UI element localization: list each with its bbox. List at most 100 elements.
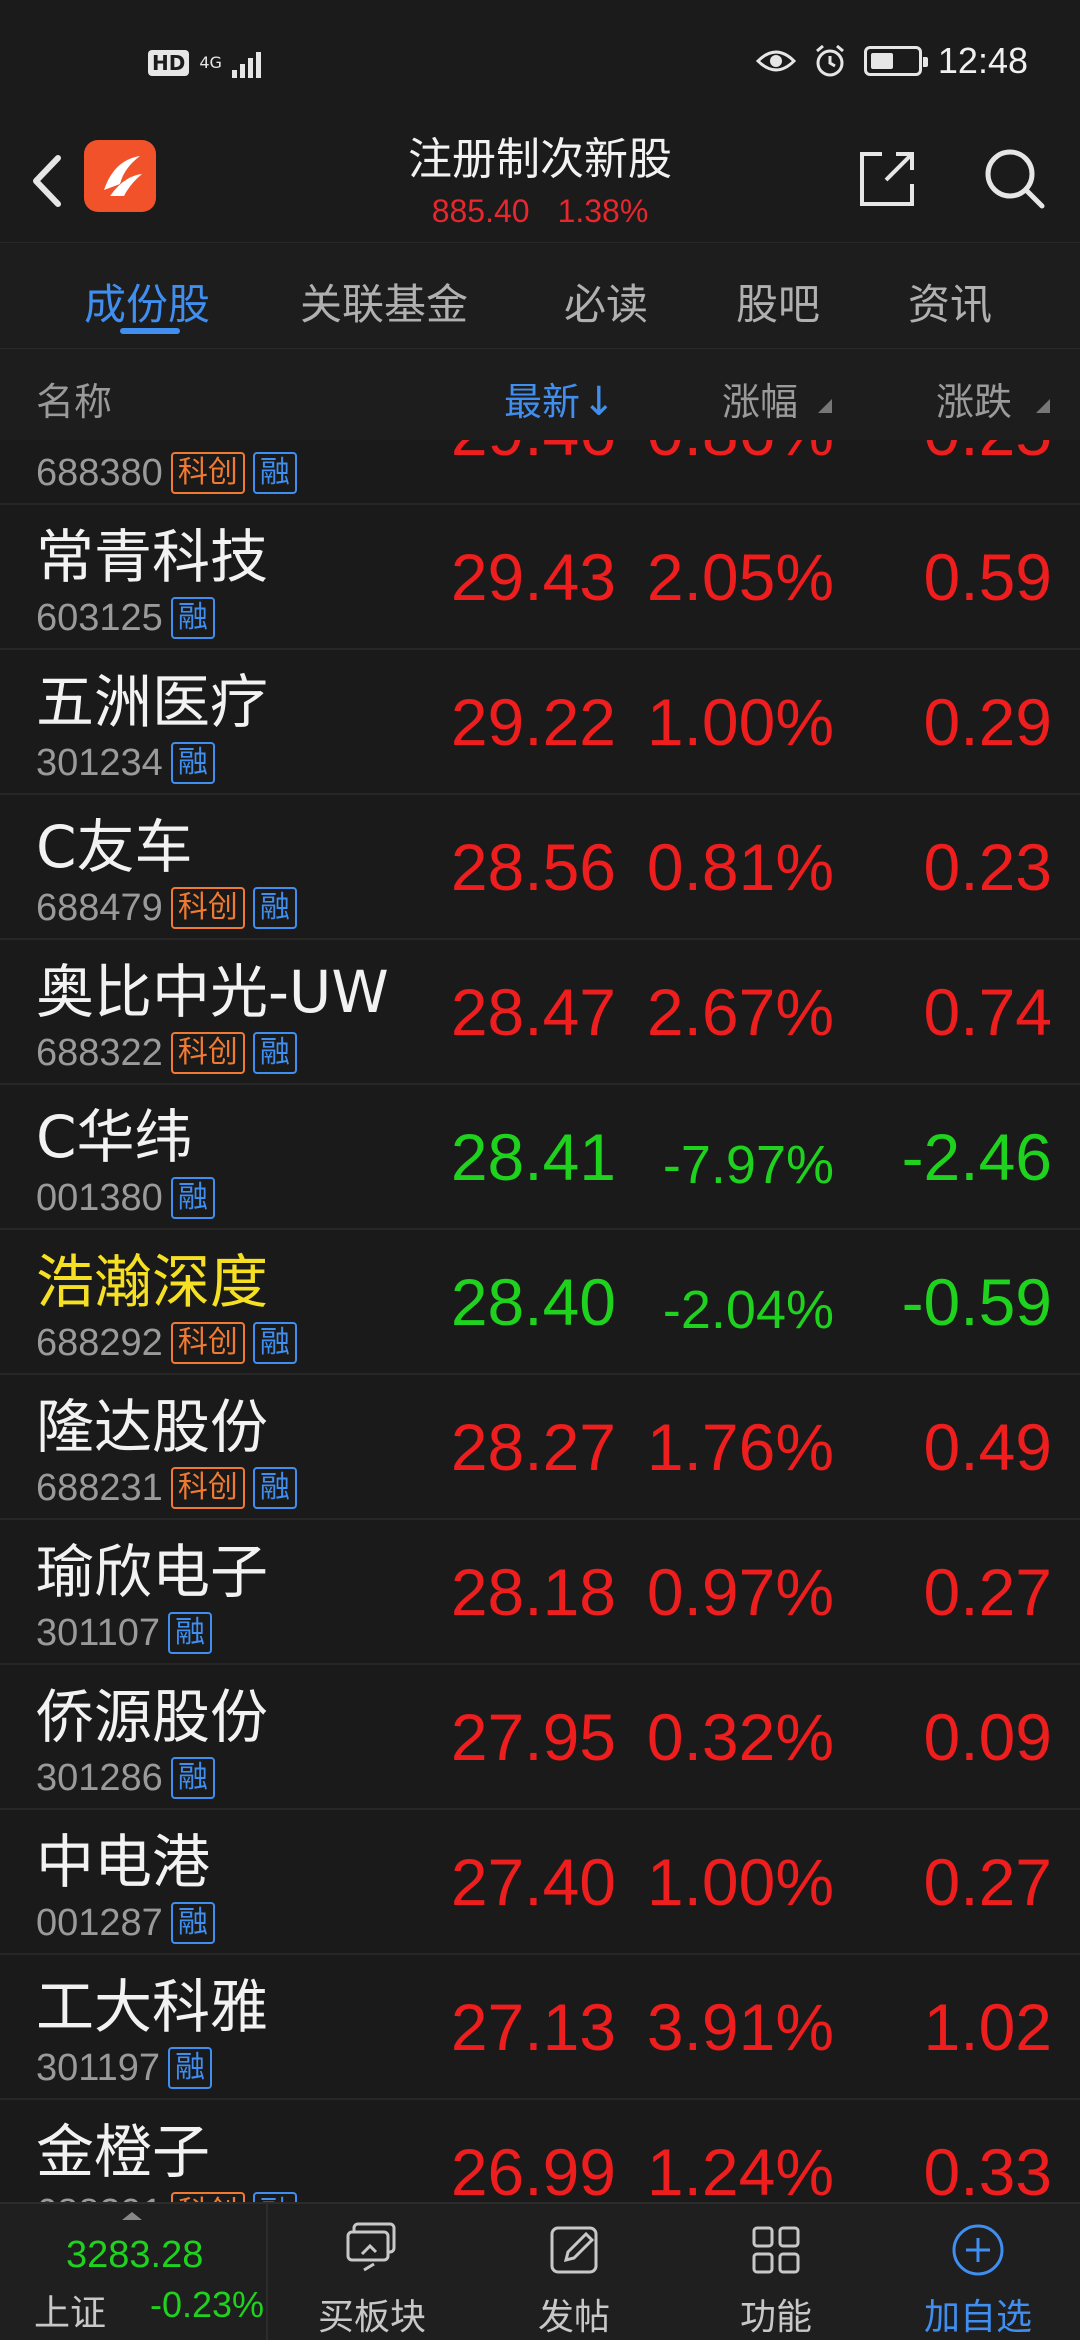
nav-buy-sector-label: 买板块	[317, 2297, 426, 2338]
stock-pct-change: 0.86%	[647, 440, 834, 470]
stock-code: 688322	[36, 1032, 163, 1074]
stock-latest-price: 28.56	[450, 830, 616, 904]
margin-badge: 融	[170, 1902, 215, 1944]
sort-indicator-icon	[1036, 399, 1050, 413]
compose-icon	[550, 2226, 598, 2274]
stock-row[interactable]: 侨源股份 301286 融 27.95 0.32% 0.09	[0, 1665, 1080, 1810]
sector-quote: 885.40 1.38%	[300, 190, 780, 232]
hd-badge: HD	[148, 50, 190, 76]
stock-change: 0.29	[923, 685, 1052, 759]
stock-change: 0.25	[924, 440, 1052, 470]
column-latest[interactable]: 最新↓	[504, 371, 616, 426]
nav-functions-label: 功能	[739, 2297, 812, 2338]
tab-must-read[interactable]: 必读	[564, 271, 648, 332]
eye-icon	[755, 50, 796, 72]
stock-latest-price: 29.43	[450, 540, 616, 614]
stock-row[interactable]: 中电港 001287 融 27.40 1.00% 0.27	[0, 1810, 1080, 1955]
stock-change: 0.27	[923, 1555, 1052, 1629]
active-tab-indicator	[120, 328, 180, 334]
stock-row[interactable]: 工大科雅 301197 融 27.13 3.91% 1.02	[0, 1955, 1080, 2100]
stock-row[interactable]: 奥比中光-UW 688322 科创融 28.47 2.67% 0.74	[0, 940, 1080, 1085]
stock-row[interactable]: 五洲医疗 301234 融 29.22 1.00% 0.29	[0, 650, 1080, 795]
column-change[interactable]: 涨跌	[936, 371, 1012, 426]
margin-badge: 融	[252, 1322, 297, 1364]
stock-pct-change: 1.00%	[646, 1845, 834, 1919]
tab-components[interactable]: 成份股	[84, 271, 210, 332]
stock-code-line: 001287 融	[36, 1902, 215, 1944]
stock-code-line: 688292 科创融	[36, 1322, 297, 1364]
stock-code-line: 301107 融	[36, 1612, 212, 1654]
search-icon[interactable]	[978, 142, 1050, 214]
stock-code-line: 688291 科创融	[36, 2192, 297, 2202]
column-pct[interactable]: 涨幅	[722, 371, 798, 426]
stock-latest-price: 28.47	[450, 975, 616, 1049]
stock-change: 0.33	[923, 2135, 1052, 2202]
stock-latest-price: 28.27	[450, 1410, 616, 1484]
nav-post-label: 发帖	[537, 2297, 610, 2338]
stock-list-inner: 中际中芯688380科创融29.460.86%0.25常青科技603125融29…	[0, 440, 1080, 2202]
stock-row[interactable]: 中际中芯 688380科创融 29.46 0.86% 0.25	[0, 440, 1080, 505]
stock-latest-price: 27.40	[450, 1845, 616, 1919]
nav-functions[interactable]: 功能	[676, 2204, 876, 2340]
star-market-badge: 科创	[170, 1467, 245, 1509]
tab-news[interactable]: 资讯	[908, 271, 992, 332]
stock-name: 常青科技	[36, 523, 269, 591]
title-block: 注册制次新股 885.40 1.38%	[300, 130, 780, 232]
stock-change: -0.59	[901, 1265, 1052, 1339]
stock-row[interactable]: C华纬 001380 融 28.41 -7.97% -2.46	[0, 1085, 1080, 1230]
nav-post[interactable]: 发帖	[474, 2204, 674, 2340]
status-bar: HD 4G 12:48	[0, 0, 1080, 120]
star-market-badge: 科创	[170, 1322, 245, 1364]
nav-add-watchlist[interactable]: 加自选	[878, 2204, 1078, 2340]
margin-badge: 融	[252, 1032, 297, 1074]
app-logo	[84, 140, 156, 212]
stock-change: 0.74	[923, 975, 1052, 1049]
stock-row[interactable]: 隆达股份 688231 科创融 28.27 1.76% 0.49	[0, 1375, 1080, 1520]
stock-name: C友车	[36, 813, 193, 881]
margin-badge: 融	[170, 742, 215, 784]
stock-name: 金橙子	[36, 2118, 211, 2186]
stock-pct-change: 0.32%	[646, 1700, 834, 1774]
stock-pct-change: 2.05%	[646, 540, 834, 614]
margin-badge: 融	[167, 2047, 212, 2089]
stock-pct-change: 3.91%	[646, 1990, 834, 2064]
star-market-badge: 科创	[170, 452, 245, 494]
column-header: 名称 最新↓ 涨幅 涨跌	[0, 348, 1080, 440]
stock-row[interactable]: C友车 688479 科创融 28.56 0.81% 0.23	[0, 795, 1080, 940]
share-icon[interactable]	[852, 144, 922, 214]
stock-code: 301107	[36, 1612, 160, 1654]
network-type: 4G	[199, 53, 222, 72]
back-icon[interactable]	[22, 146, 72, 216]
star-market-badge: 科创	[170, 1032, 245, 1074]
nav-buy-sector[interactable]: 买板块	[272, 2204, 472, 2340]
battery-icon	[863, 46, 928, 76]
stock-latest-price: 28.40	[450, 1265, 616, 1339]
column-name: 名称	[36, 380, 113, 424]
stock-code-line: 301197 融	[36, 2047, 212, 2089]
add-watchlist-icon	[952, 2224, 1004, 2276]
stock-row[interactable]: 浩瀚深度 688292 科创融 28.40 -2.04% -0.59	[0, 1230, 1080, 1375]
stock-latest-price: 29.46	[451, 440, 616, 470]
stock-row[interactable]: 金橙子 688291 科创融 26.99 1.24% 0.33	[0, 2100, 1080, 2202]
tab-related-funds[interactable]: 关联基金	[300, 271, 468, 332]
stock-name: 奥比中光-UW	[36, 958, 389, 1026]
stock-row[interactable]: 瑜欣电子 301107 融 28.18 0.97% 0.27	[0, 1520, 1080, 1665]
tab-forum[interactable]: 股吧	[736, 271, 820, 332]
market-index-box[interactable]: 3283.28 上证 -0.23%	[0, 2204, 268, 2340]
stock-latest-price: 26.99	[450, 2135, 616, 2202]
stock-name: 中际中芯	[36, 440, 268, 446]
stock-code: 603125	[36, 597, 163, 639]
expand-caret-icon	[122, 2212, 142, 2220]
stock-code: 688231	[36, 1467, 163, 1509]
stock-change: 1.02	[923, 1990, 1052, 2064]
stock-code: 301234	[36, 742, 163, 784]
stock-list[interactable]: 中际中芯688380科创融29.460.86%0.25常青科技603125融29…	[0, 440, 1080, 2202]
market-index-name: 上证	[34, 2293, 107, 2334]
stock-name: 隆达股份	[36, 1393, 269, 1461]
stock-code: 688291	[36, 2193, 163, 2202]
margin-badge: 融	[167, 1612, 212, 1654]
stock-code-line: 603125 融	[36, 597, 215, 639]
stock-code-line: 001380 融	[36, 1177, 215, 1219]
stock-latest-price: 27.13	[450, 1990, 616, 2064]
stock-row[interactable]: 常青科技 603125 融 29.43 2.05% 0.59	[0, 505, 1080, 650]
